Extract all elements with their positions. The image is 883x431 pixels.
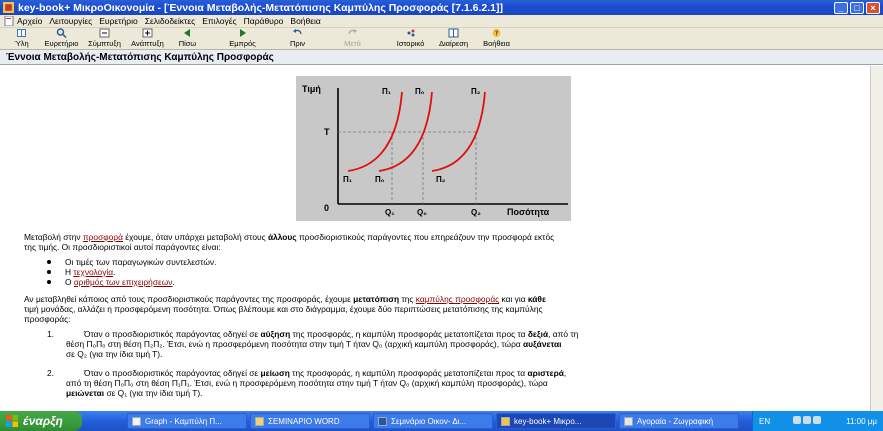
collapse-icon (99, 28, 110, 38)
window-icon (132, 416, 141, 426)
forward-arrow-icon (240, 29, 246, 37)
toolbar-previous-button[interactable]: Πριν (279, 28, 316, 49)
word-icon (378, 416, 387, 426)
split-icon (448, 28, 459, 38)
tray-icon[interactable] (813, 416, 822, 424)
q0-label: Q₀ (417, 208, 427, 217)
list-number-2: 2. (47, 368, 54, 378)
curve-label-p2-top: Π₂ (471, 87, 481, 96)
maximize-button[interactable]: □ (850, 1, 864, 14)
menu-help[interactable]: Βοήθεια (290, 16, 320, 26)
toolbar-history-button[interactable]: Ιστορικό (389, 28, 432, 49)
menu-bar: Αρχείο Λειτουργίες Ευρετήριο Σελιδοδείκτ… (0, 15, 883, 28)
document-icon (4, 16, 14, 26)
title-bar: key-book+ ΜικροΟικονομία - [Έννοια Μεταβ… (0, 0, 883, 15)
toolbar-next-button[interactable]: Μετά (334, 28, 371, 49)
taskbar: έναρξη Graph - Καμπύλη Π... ΣΕΜΙΝΑΡΙΟ WO… (0, 411, 883, 431)
taskbar-item-graph[interactable]: Graph - Καμπύλη Π... (127, 413, 247, 429)
toolbar: Ύλη Ευρετήριο Σύμπτυξη Ανάπτυξη Πίσω Εμπ… (0, 28, 883, 50)
y-axis-label: Τιμή (302, 84, 321, 94)
minimize-button[interactable]: _ (834, 1, 848, 14)
magnifier-icon (56, 28, 67, 38)
folder-icon (255, 416, 264, 426)
menu-window[interactable]: Παράθυρο (244, 16, 284, 26)
toolbar-back-button[interactable]: Πίσω (169, 28, 206, 49)
toolbar-index-button[interactable]: Ευρετήριο (40, 28, 83, 49)
svg-text:?: ? (495, 30, 499, 38)
list-item-decrease: Όταν ο προσδιοριστικός παράγοντας οδηγεί… (66, 368, 567, 398)
list-number-1: 1. (47, 329, 54, 339)
list-item-increase: Όταν ο προσδιοριστικός παράγοντας οδηγεί… (66, 329, 579, 359)
menu-file[interactable]: Αρχείο (17, 16, 42, 26)
curve-label-p1-bottom: Π₁ (343, 175, 353, 184)
tray-icon[interactable] (793, 416, 802, 424)
toolbar-forward-button[interactable]: Εμπρός (224, 28, 261, 49)
menu-options[interactable]: Επιλογές (202, 16, 236, 26)
menu-bookmarks[interactable]: Σελιδοδείκτες (145, 16, 196, 26)
book-icon (17, 29, 26, 37)
back-arrow-icon (184, 29, 190, 37)
shift-paragraph: Αν μεταβληθεί κάποιος από τους προσδιορι… (24, 294, 546, 324)
tray-icon[interactable] (803, 416, 812, 424)
content-area: Τιμή Ποσότητα Τ 0 Π₁ Π₀ Π₂ Π₁ Π₀ Π₂ Q₁ Q… (0, 66, 883, 411)
page-title: Έννοια Μεταβολής-Μετατόπισης Καμπύλης Πρ… (0, 50, 883, 65)
link-number-of-firms[interactable]: αριθμός των επιχειρήσεων (74, 277, 173, 287)
language-indicator[interactable]: EN (759, 417, 770, 426)
expand-icon (142, 28, 153, 38)
toolbar-expand-button[interactable]: Ανάπτυξη (126, 28, 169, 49)
undo-icon (293, 29, 302, 35)
help-icon: ? (492, 29, 501, 38)
link-supply-curve[interactable]: καμπύλης προσφοράς (416, 294, 499, 304)
supply-shift-diagram: Τιμή Ποσότητα Τ 0 Π₁ Π₀ Π₂ Π₁ Π₀ Π₂ Q₁ Q… (296, 76, 571, 221)
redo-icon (348, 29, 357, 35)
price-mark: Τ (324, 127, 330, 137)
toolbar-split-button[interactable]: Διαίρεση (432, 28, 475, 49)
system-tray: EN 11:00 μμ (752, 411, 883, 431)
x-axis-label: Ποσότητα (507, 207, 550, 217)
curve-label-p0-bottom: Π₀ (375, 175, 385, 184)
window-title: key-book+ ΜικροΟικονομία - [Έννοια Μεταβ… (18, 1, 504, 14)
intro-paragraph: Μεταβολή στην προσφορά έχουμε, όταν υπάρ… (24, 232, 555, 252)
q2-label: Q₂ (471, 208, 481, 217)
origin-label: 0 (324, 203, 329, 213)
taskbar-item-paint[interactable]: Αγοραία - Ζωγραφική (619, 413, 739, 429)
toolbar-collapse-button[interactable]: Σύμπτυξη (83, 28, 126, 49)
taskbar-item-keybook[interactable]: key-book+ Μικρο... (496, 413, 616, 429)
taskbar-item-folder[interactable]: ΣΕΜΙΝΑΡΙΟ WORD (250, 413, 370, 429)
menu-index[interactable]: Ευρετήριο (99, 16, 137, 26)
windows-logo-icon (6, 415, 18, 427)
q1-label: Q₁ (385, 208, 395, 217)
app-icon (501, 416, 510, 426)
link-supply[interactable]: προσφορά (83, 232, 123, 242)
curve-label-p2-bottom: Π₂ (436, 175, 446, 184)
link-technology[interactable]: τεχνολογία (73, 267, 113, 277)
toolbar-help-button[interactable]: ? Βοήθεια (475, 28, 518, 49)
paint-icon (624, 416, 633, 426)
clock: 11:00 μμ (846, 416, 877, 426)
curve-label-p1-top: Π₁ (382, 87, 392, 96)
menu-functions[interactable]: Λειτουργίες (49, 16, 92, 26)
app-icon (3, 2, 14, 13)
history-icon (407, 29, 415, 37)
toolbar-contents-button[interactable]: Ύλη (3, 28, 40, 49)
taskbar-item-word[interactable]: Σεμινάριο Οικον- Δι... (373, 413, 493, 429)
vertical-scrollbar[interactable] (870, 66, 883, 411)
close-button[interactable]: × (866, 1, 880, 14)
curve-label-p0-top: Π₀ (415, 87, 425, 96)
start-button[interactable]: έναρξη (0, 411, 82, 431)
